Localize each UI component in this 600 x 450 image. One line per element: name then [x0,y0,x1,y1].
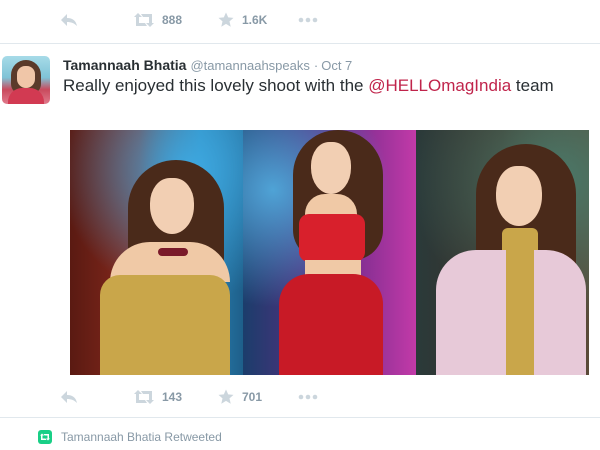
header-separator: · [313,58,319,73]
avatar[interactable] [2,56,50,104]
favorite-count: 701 [242,390,263,404]
retweet-context: Tamannaah Bhatia Retweeted [38,428,222,446]
retweet-icon [134,13,154,27]
retweet-icon [134,390,154,404]
user-fullname[interactable]: Tamannaah Bhatia [63,57,186,73]
star-icon [218,12,234,27]
tweet-timestamp[interactable]: Oct 7 [321,58,352,73]
tweet-text-after: team [511,76,554,95]
reply-button[interactable] [60,13,134,27]
timeline: 888 1.6K Tamannaah Bhatia @tamannaahspeak… [0,0,600,450]
more-dots-icon [298,17,318,23]
tweet-header: Tamannaah Bhatia @tamannaahspeaks · Oct 7 [63,57,352,73]
photo-panel-red-dress [243,130,416,375]
more-dots-icon [298,394,318,400]
divider [0,417,600,418]
favorite-button[interactable]: 1.6K [218,12,298,28]
star-icon [218,389,234,404]
tweet-actions: 143 701 [60,386,328,408]
previous-tweet-actions: 888 1.6K [60,9,328,31]
retweet-button[interactable]: 143 [134,390,218,404]
mention-link[interactable]: @HELLOmagIndia [368,76,511,95]
favorite-count: 1.6K [242,13,268,27]
photo-panel-gold-dress [70,130,243,375]
photo-panel-pastel-jacket [416,130,589,375]
reply-button[interactable] [60,390,134,404]
retweet-button[interactable]: 888 [134,13,218,27]
retweet-badge-icon [38,430,52,444]
retweet-context-label[interactable]: Tamannaah Bhatia Retweeted [61,430,222,444]
retweet-count: 143 [162,390,183,404]
retweet-count: 888 [162,13,183,27]
tweet-photo[interactable] [70,130,589,375]
tweet-text: Really enjoyed this lovely shoot with th… [63,76,554,96]
more-button[interactable] [298,17,328,23]
favorite-button[interactable]: 701 [218,389,298,405]
user-screenname[interactable]: @tamannaahspeaks [190,58,309,73]
tweet-text-before: Really enjoyed this lovely shoot with th… [63,76,369,95]
reply-icon [61,14,77,26]
more-button[interactable] [298,394,328,400]
reply-icon [61,391,77,403]
divider [0,43,600,44]
